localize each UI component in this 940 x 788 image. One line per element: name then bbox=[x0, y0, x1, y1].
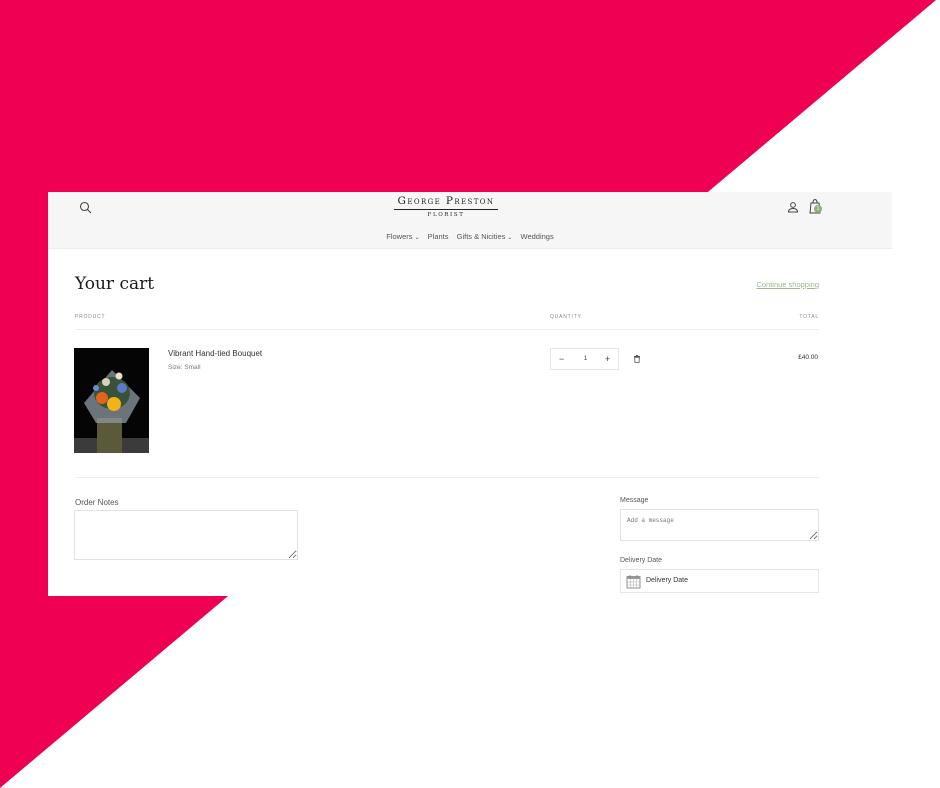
line-item-price: £40.00 bbox=[798, 354, 818, 361]
nav-item-plants[interactable]: Plants bbox=[428, 232, 449, 241]
main-nav: Flowers ⌄ Plants Gifts & Nicities ⌄ Weddin… bbox=[48, 232, 892, 241]
nav-label: Flowers bbox=[386, 232, 413, 241]
column-header-total: TOTAL bbox=[799, 314, 819, 320]
column-header-product: PRODUCT bbox=[75, 314, 106, 320]
product-variant: Size: Small bbox=[168, 364, 201, 371]
message-field[interactable] bbox=[620, 509, 819, 541]
account-icon[interactable] bbox=[787, 201, 799, 213]
logo-name: George Preston bbox=[397, 195, 495, 207]
nav-label: Weddings bbox=[520, 232, 554, 241]
nav-item-gifts[interactable]: Gifts & Nicities ⌄ bbox=[457, 232, 513, 241]
page-title: Your cart bbox=[75, 274, 155, 294]
divider bbox=[75, 477, 819, 478]
order-notes-field[interactable] bbox=[74, 510, 298, 560]
product-title[interactable]: Vibrant Hand-tied Bouquet bbox=[168, 349, 262, 358]
column-header-quantity: QUANTITY bbox=[550, 314, 582, 320]
nav-item-flowers[interactable]: Flowers ⌄ bbox=[386, 232, 419, 241]
cart-count-badge: 1 bbox=[814, 205, 822, 213]
store-logo[interactable]: George Preston FLORIST bbox=[394, 195, 498, 218]
search-icon[interactable] bbox=[79, 201, 93, 215]
nav-label: Gifts & Nicities bbox=[456, 232, 506, 241]
chevron-down-icon: ⌄ bbox=[414, 235, 420, 241]
calendar-icon bbox=[626, 575, 641, 589]
chevron-down-icon: ⌄ bbox=[507, 235, 513, 241]
delivery-date-field[interactable]: Delivery Date bbox=[620, 569, 819, 593]
divider bbox=[75, 329, 819, 330]
nav-label: Plants bbox=[427, 232, 449, 241]
increase-quantity-button[interactable]: + bbox=[605, 354, 610, 364]
bouquet-photo bbox=[74, 348, 149, 453]
quantity-stepper: − 1 + bbox=[550, 348, 619, 370]
nav-item-weddings[interactable]: Weddings bbox=[521, 232, 554, 241]
delivery-date-label: Delivery Date bbox=[620, 557, 663, 564]
logo-subtitle: FLORIST bbox=[427, 212, 465, 218]
message-label: Message bbox=[620, 497, 649, 504]
order-notes-label: Order Notes bbox=[75, 498, 119, 507]
delivery-date-placeholder: Delivery Date bbox=[646, 577, 689, 584]
product-image[interactable] bbox=[74, 348, 149, 453]
store-screenshot: George Preston FLORIST 1 Flowers ⌄ Plants… bbox=[48, 192, 892, 596]
continue-shopping-link[interactable]: Continue shopping bbox=[747, 280, 819, 289]
trash-icon[interactable] bbox=[633, 354, 641, 363]
site-header: George Preston FLORIST 1 Flowers ⌄ Plants… bbox=[48, 192, 892, 249]
logo-rule bbox=[394, 209, 498, 210]
